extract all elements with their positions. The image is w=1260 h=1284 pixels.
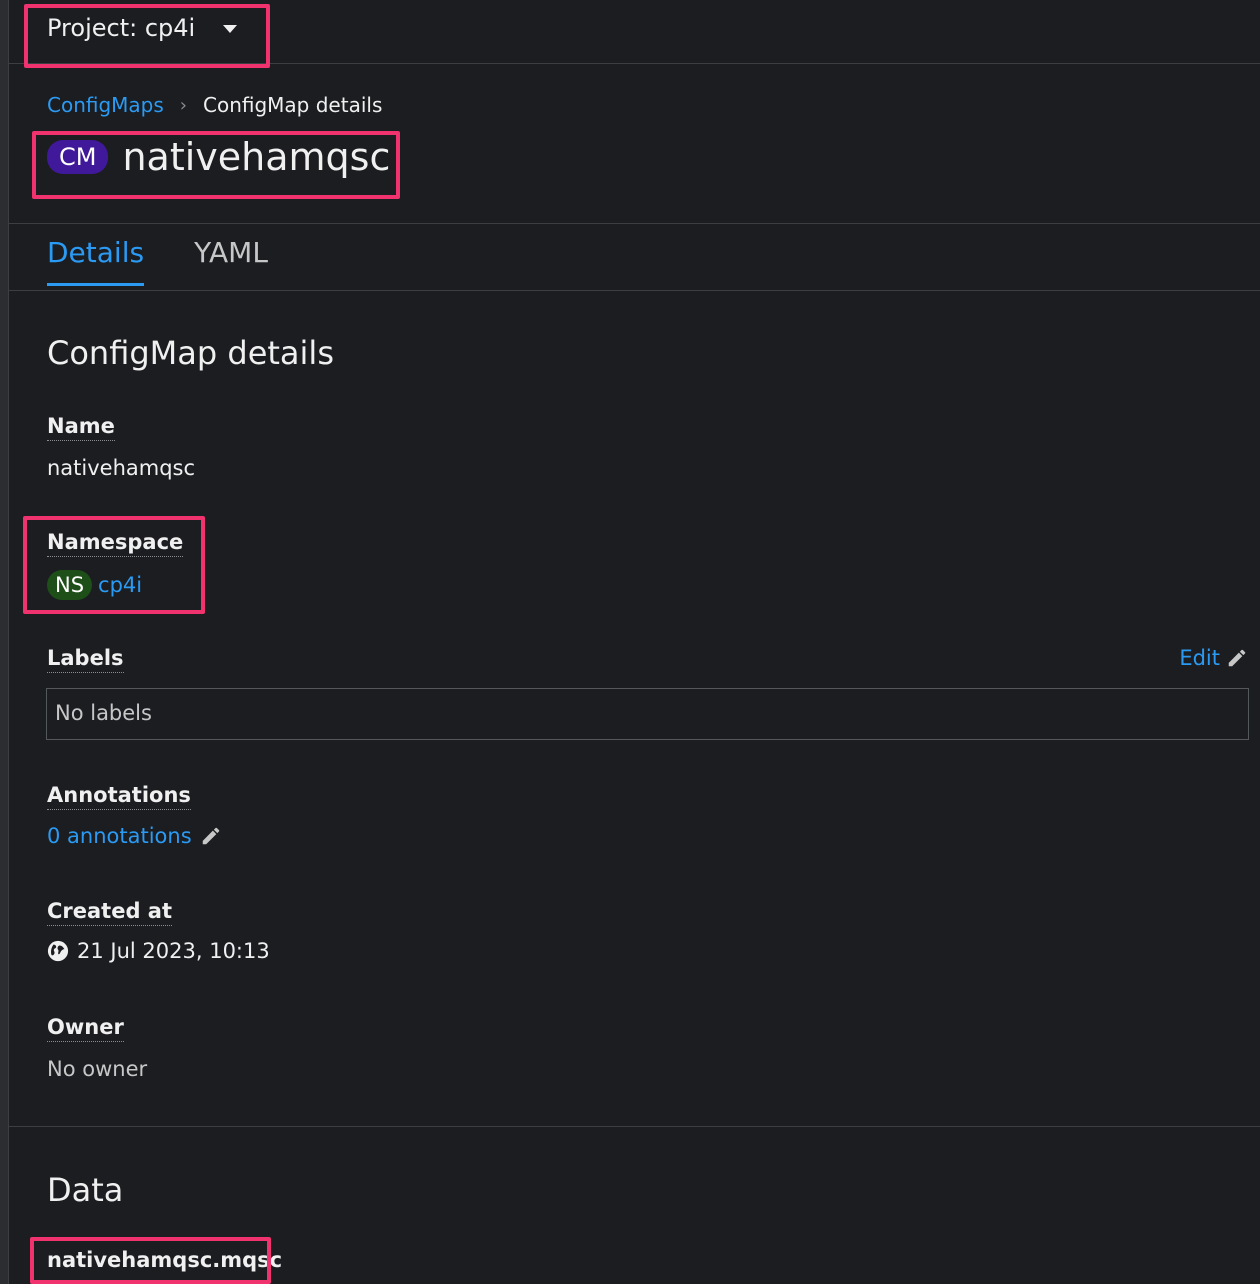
page-title: nativehamqsc bbox=[122, 135, 391, 179]
name-label: Name bbox=[47, 414, 115, 441]
namespace-badge: NS bbox=[47, 570, 93, 600]
pencil-icon bbox=[202, 827, 219, 845]
annotations-row[interactable]: 0 annotations bbox=[47, 824, 222, 848]
project-bar: Project: cp4i bbox=[9, 0, 1260, 64]
namespace-label: Namespace bbox=[47, 530, 184, 557]
section-title-details: ConfigMap details bbox=[47, 334, 334, 372]
tab-bar: Details YAML bbox=[47, 236, 268, 286]
caret-down-icon bbox=[223, 25, 238, 33]
created-row: 21 Jul 2023, 10:13 bbox=[47, 939, 270, 963]
labels-empty-text: No labels bbox=[55, 701, 152, 725]
edit-label: Edit bbox=[1179, 646, 1220, 670]
page-title-row: CM nativehamqsc bbox=[47, 135, 390, 179]
globe-icon bbox=[47, 940, 69, 962]
owner-value: No owner bbox=[47, 1057, 148, 1081]
labels-label: Labels bbox=[47, 646, 124, 673]
divider bbox=[9, 223, 1260, 224]
project-switcher[interactable]: Project: cp4i bbox=[47, 14, 238, 42]
namespace-value-row: NS cp4i bbox=[47, 570, 142, 600]
chevron-right-icon: › bbox=[179, 94, 187, 116]
labels-box: No labels bbox=[46, 688, 1249, 740]
owner-label: Owner bbox=[47, 1015, 124, 1042]
created-label: Created at bbox=[47, 899, 173, 926]
breadcrumb-current: ConfigMap details bbox=[203, 93, 383, 117]
annotations-label: Annotations bbox=[47, 783, 191, 810]
divider bbox=[9, 290, 1260, 291]
labels-edit-button[interactable]: Edit bbox=[1179, 646, 1248, 670]
tab-yaml[interactable]: YAML bbox=[194, 236, 268, 286]
created-value: 21 Jul 2023, 10:13 bbox=[77, 939, 270, 963]
divider bbox=[9, 1126, 1260, 1127]
breadcrumb: ConfigMaps › ConfigMap details bbox=[47, 93, 382, 117]
breadcrumb-configmaps-link[interactable]: ConfigMaps bbox=[47, 93, 164, 117]
tab-details[interactable]: Details bbox=[47, 236, 145, 286]
project-label: Project: cp4i bbox=[47, 14, 196, 42]
namespace-link[interactable]: cp4i bbox=[98, 573, 142, 597]
name-value: nativehamqsc bbox=[47, 456, 196, 480]
pencil-icon bbox=[1228, 649, 1246, 667]
section-title-data: Data bbox=[47, 1171, 124, 1209]
annotations-link[interactable]: 0 annotations bbox=[47, 824, 192, 848]
left-rail bbox=[0, 0, 9, 1284]
resource-kind-badge: CM bbox=[47, 140, 109, 174]
data-key: nativehamqsc.mqsc bbox=[47, 1248, 283, 1272]
